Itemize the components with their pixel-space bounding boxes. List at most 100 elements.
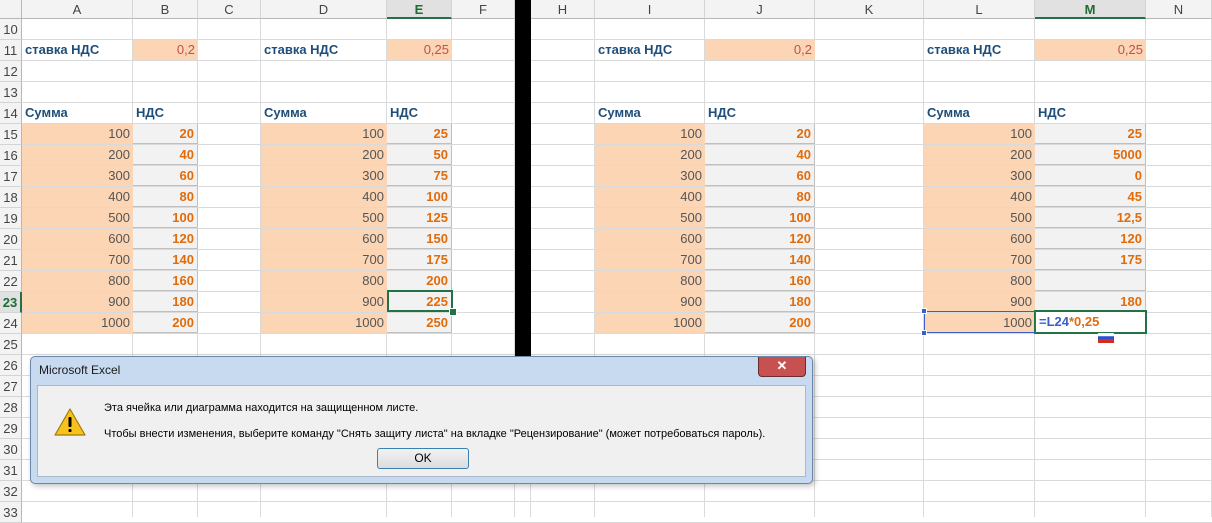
row-header-23[interactable]: 23 xyxy=(0,292,22,313)
column-header-H[interactable]: H xyxy=(531,0,595,19)
row-header-10[interactable]: 10 xyxy=(0,19,22,40)
sum-cell[interactable]: 500 xyxy=(22,208,133,228)
sum-cell[interactable]: 400 xyxy=(924,187,1035,207)
vat-cell[interactable]: 45 xyxy=(1035,187,1146,207)
vat-header[interactable]: НДС xyxy=(387,103,452,123)
row-header-24[interactable]: 24 xyxy=(0,313,22,334)
row-header-28[interactable]: 28 xyxy=(0,397,22,418)
sum-cell[interactable]: 600 xyxy=(261,229,387,249)
formula-in-cell[interactable]: =L24*0,25 xyxy=(1036,312,1144,332)
vat-cell[interactable]: 200 xyxy=(387,271,452,291)
vat-header[interactable]: НДС xyxy=(705,103,815,123)
vat-cell[interactable]: 40 xyxy=(705,145,815,165)
sum-cell[interactable]: 200 xyxy=(595,145,705,165)
vat-cell[interactable]: 160 xyxy=(133,271,198,291)
sum-cell[interactable]: 100 xyxy=(595,124,705,144)
rate-value[interactable]: 0,2 xyxy=(133,40,198,60)
sum-cell[interactable]: 400 xyxy=(595,187,705,207)
vat-cell[interactable]: 180 xyxy=(705,292,815,312)
vat-cell[interactable]: 0 xyxy=(1035,166,1146,186)
sum-cell[interactable]: 300 xyxy=(924,166,1035,186)
sum-cell[interactable]: 600 xyxy=(22,229,133,249)
vat-cell[interactable]: 250 xyxy=(387,313,452,333)
vat-cell[interactable]: 120 xyxy=(133,229,198,249)
row-header-26[interactable]: 26 xyxy=(0,355,22,376)
row-header-33[interactable]: 33 xyxy=(0,502,22,523)
column-header-D[interactable]: D xyxy=(261,0,387,19)
vat-cell[interactable]: 180 xyxy=(1035,292,1146,312)
rate-value[interactable]: 0,25 xyxy=(1035,40,1146,60)
sum-cell[interactable]: 900 xyxy=(22,292,133,312)
column-header-N[interactable]: N xyxy=(1146,0,1212,19)
row-header-13[interactable]: 13 xyxy=(0,82,22,103)
vat-cell[interactable]: 5000 xyxy=(1035,145,1146,165)
sum-cell[interactable]: 600 xyxy=(595,229,705,249)
sum-cell[interactable]: 1000 xyxy=(22,313,133,333)
sum-cell[interactable]: 700 xyxy=(924,250,1035,270)
row-header-21[interactable]: 21 xyxy=(0,250,22,271)
sum-header[interactable]: Сумма xyxy=(924,103,1035,123)
sum-header[interactable]: Сумма xyxy=(261,103,387,123)
sum-cell[interactable]: 800 xyxy=(22,271,133,291)
vat-cell[interactable]: 40 xyxy=(133,145,198,165)
close-button[interactable]: ✕ xyxy=(758,357,806,377)
vat-cell[interactable]: 20 xyxy=(705,124,815,144)
vat-cell[interactable]: 100 xyxy=(705,208,815,228)
row-header-19[interactable]: 19 xyxy=(0,208,22,229)
sum-header[interactable]: Сумма xyxy=(595,103,705,123)
vat-cell[interactable]: 50 xyxy=(387,145,452,165)
sum-cell[interactable]: 100 xyxy=(924,124,1035,144)
column-header-C[interactable]: C xyxy=(198,0,261,19)
sum-cell[interactable]: 500 xyxy=(595,208,705,228)
vat-cell[interactable]: 25 xyxy=(1035,124,1146,144)
rate-value[interactable]: 0,25 xyxy=(387,40,452,60)
vat-cell[interactable]: 75 xyxy=(387,166,452,186)
sum-cell[interactable]: 300 xyxy=(261,166,387,186)
vat-cell[interactable]: 120 xyxy=(705,229,815,249)
column-header-E[interactable]: E xyxy=(387,0,452,19)
row-header-32[interactable]: 32 xyxy=(0,481,22,502)
sum-cell[interactable]: 700 xyxy=(261,250,387,270)
sum-cell[interactable]: 100 xyxy=(22,124,133,144)
vat-cell[interactable]: 60 xyxy=(133,166,198,186)
vat-cell[interactable]: 175 xyxy=(387,250,452,270)
vat-cell[interactable]: 120 xyxy=(1035,229,1146,249)
row-header-11[interactable]: 11 xyxy=(0,40,22,61)
rate-label[interactable]: ставка НДС xyxy=(595,40,705,60)
sum-cell[interactable]: 800 xyxy=(595,271,705,291)
column-header-L[interactable]: L xyxy=(924,0,1035,19)
sum-cell[interactable]: 500 xyxy=(261,208,387,228)
column-header-M[interactable]: M xyxy=(1035,0,1146,19)
sum-cell[interactable]: 200 xyxy=(22,145,133,165)
vat-cell[interactable]: 200 xyxy=(705,313,815,333)
row-header-17[interactable]: 17 xyxy=(0,166,22,187)
vat-cell[interactable]: 180 xyxy=(133,292,198,312)
row-header-22[interactable]: 22 xyxy=(0,271,22,292)
vat-cell[interactable]: 200 xyxy=(133,313,198,333)
vat-cell[interactable]: 140 xyxy=(133,250,198,270)
vat-cell[interactable]: 150 xyxy=(387,229,452,249)
row-header-25[interactable]: 25 xyxy=(0,334,22,355)
rate-value[interactable]: 0,2 xyxy=(705,40,815,60)
row-header-20[interactable]: 20 xyxy=(0,229,22,250)
sum-cell[interactable]: 200 xyxy=(261,145,387,165)
sum-cell[interactable]: 900 xyxy=(595,292,705,312)
sum-header[interactable]: Сумма xyxy=(22,103,133,123)
row-header-29[interactable]: 29 xyxy=(0,418,22,439)
sum-cell[interactable]: 300 xyxy=(22,166,133,186)
selected-cell-E23[interactable] xyxy=(387,290,453,312)
vat-cell[interactable]: 12,5 xyxy=(1035,208,1146,228)
select-all-corner[interactable] xyxy=(0,0,22,19)
vat-cell[interactable]: 125 xyxy=(387,208,452,228)
sum-cell[interactable]: 100 xyxy=(261,124,387,144)
rate-label[interactable]: ставка НДС xyxy=(924,40,1035,60)
row-header-30[interactable]: 30 xyxy=(0,439,22,460)
column-header-F[interactable]: F xyxy=(452,0,515,19)
protected-sheet-dialog[interactable]: Microsoft Excel ✕ Эта ячейка или диаграм… xyxy=(30,356,813,484)
row-header-14[interactable]: 14 xyxy=(0,103,22,124)
sum-cell[interactable]: 1000 xyxy=(595,313,705,333)
sum-cell[interactable]: 400 xyxy=(22,187,133,207)
column-header-J[interactable]: J xyxy=(705,0,815,19)
row-header-16[interactable]: 16 xyxy=(0,145,22,166)
vat-cell[interactable]: 100 xyxy=(387,187,452,207)
